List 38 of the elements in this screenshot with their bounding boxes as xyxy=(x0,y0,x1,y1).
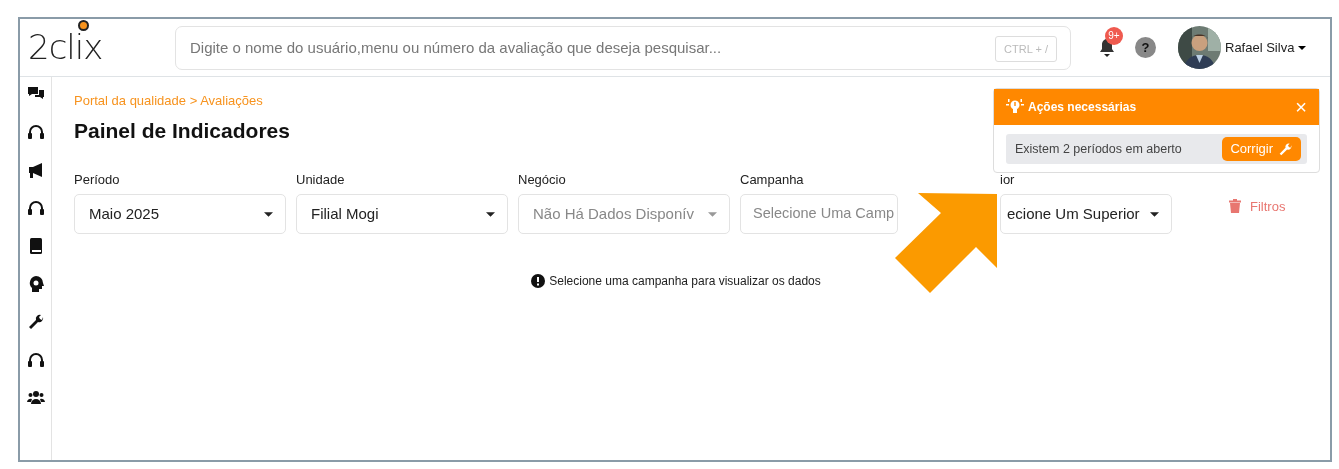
caret-icon xyxy=(1150,211,1159,217)
caret-icon xyxy=(264,211,273,217)
filter-label: Campanha xyxy=(740,171,805,188)
fix-button[interactable]: Corrigir xyxy=(1222,137,1301,161)
select-field[interactable]: Selecione Uma Camp xyxy=(740,194,898,234)
lightbulb-icon xyxy=(1006,99,1024,115)
users-icon[interactable] xyxy=(26,389,45,407)
clear-filters-button[interactable]: Filtros xyxy=(1229,196,1286,216)
select-field[interactable]: ecione Um Superior xyxy=(1000,194,1172,234)
trash-icon xyxy=(1229,199,1241,214)
notification-badge: 9+ xyxy=(1105,26,1123,45)
filter-label: Unidade xyxy=(296,171,346,188)
headset-icon[interactable] xyxy=(26,351,45,369)
help-button[interactable]: ? xyxy=(1135,37,1156,58)
filter-label: Negócio xyxy=(518,171,567,188)
empty-message: Selecione uma campanha para visualizar os dados xyxy=(549,273,821,290)
caret-icon xyxy=(708,211,717,217)
shortcut-hint: CTRL + / xyxy=(995,35,1057,62)
logo: 2clix xyxy=(28,27,103,67)
filter-label: ior xyxy=(1000,171,1016,188)
select-field[interactable]: Filial Mogi xyxy=(296,194,508,234)
caret-icon xyxy=(486,211,495,217)
headset-icon[interactable] xyxy=(26,123,45,141)
wrench-icon xyxy=(1278,141,1293,157)
user-menu[interactable]: Rafael Silva xyxy=(1221,36,1311,59)
bullhorn-icon[interactable] xyxy=(26,161,45,179)
alert-title: Ações necessárias xyxy=(1028,99,1137,116)
exclamation-icon xyxy=(531,274,546,288)
alert-message: Existem 2 períodos em aberto xyxy=(1015,140,1182,158)
breadcrumb[interactable]: Portal da qualidade > Avaliações xyxy=(74,91,290,111)
caret-icon xyxy=(1298,45,1307,50)
logo-dot-icon xyxy=(78,20,89,31)
close-button[interactable]: × xyxy=(1295,97,1307,117)
headset-icon[interactable] xyxy=(26,199,45,217)
page-title: Painel de Indicadores xyxy=(74,117,290,144)
select-field[interactable]: Não Há Dados Disponív xyxy=(518,194,730,234)
filter-label: Período xyxy=(74,171,121,188)
select-field[interactable]: Maio 2025 xyxy=(74,194,286,234)
